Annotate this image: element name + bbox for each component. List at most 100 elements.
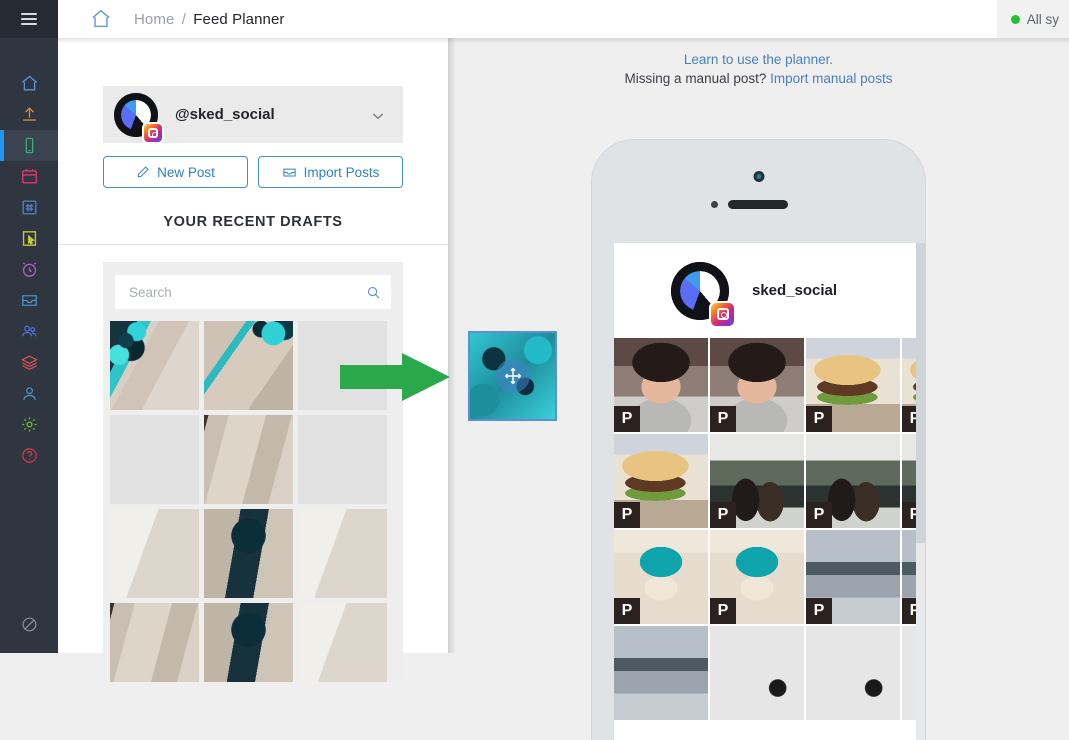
post-type-badge: P [806,598,832,624]
sidebar-item-home[interactable] [0,68,58,99]
breadcrumb: Home / Feed Planner [134,11,285,28]
search-wrapper [103,262,403,309]
cursor-click-icon [22,231,36,246]
feed-cell-3[interactable]: P [806,338,900,432]
draft-thumb-5[interactable] [204,415,293,504]
draft-thumb-7[interactable] [110,509,199,598]
draft-thumb-6[interactable] [298,415,387,504]
drafts-section-title: YOUR RECENT DRAFTS [163,214,343,230]
sidebar-toggle-button[interactable] [0,0,58,38]
move-arrows-icon [495,359,530,393]
instagram-icon [142,121,164,144]
sidebar-item-inbox[interactable] [0,285,58,316]
feed-cell-15[interactable] [806,626,900,720]
sidebar [0,0,58,653]
breadcrumb-home-button[interactable] [90,8,112,30]
search-input[interactable] [127,283,366,301]
feed-scrollbar-thumb[interactable] [916,243,925,543]
sidebar-item-settings[interactable] [0,409,58,440]
breadcrumb-home-link[interactable]: Home [134,11,174,28]
calendar-icon [21,169,37,184]
feed-cell-6[interactable]: P [710,434,804,528]
divider [58,244,448,245]
draft-thumb-11[interactable] [204,603,293,682]
draft-thumb-4[interactable] [110,415,199,504]
status-dot-icon [1010,14,1020,24]
search-icon[interactable] [366,285,381,300]
instruction-arrow [340,353,450,401]
users-icon [21,325,37,337]
sidebar-bottom-nav [0,609,58,640]
phone-screen: sked_social PPPPPPPPPPPP [614,243,925,740]
feed-profile-header: sked_social [614,243,925,338]
sidebar-item-clicks[interactable] [0,223,58,254]
home-icon [92,9,110,28]
pencil-icon [137,166,149,178]
sidebar-item-profile[interactable] [0,378,58,409]
sidebar-item-upload[interactable] [0,99,58,130]
sidebar-item-users[interactable] [0,316,58,347]
panel-action-buttons: New Post Import Posts [103,156,403,188]
alarm-clock-icon [22,262,36,277]
feed-scrollbar[interactable] [916,243,925,740]
feed-cell-5[interactable]: P [614,434,708,528]
post-type-badge: P [614,502,640,528]
sidebar-item-timer[interactable] [0,254,58,285]
topbar: Home / Feed Planner All sy [58,0,1069,44]
sidebar-item-hashtags[interactable] [0,192,58,223]
draft-thumb-8[interactable] [204,509,293,598]
feed-cell-13[interactable] [614,626,708,720]
inbox-icon [282,168,296,176]
page-title: Feed Planner [193,10,285,28]
sidebar-item-blocked[interactable] [20,609,39,640]
feed-cell-1[interactable]: P [614,338,708,432]
planner-help-text: Learn to use the planner. Missing a manu… [448,50,1069,88]
new-post-button[interactable]: New Post [103,156,248,188]
learn-planner-link[interactable]: Learn to use the planner. [684,52,833,67]
phone-speaker-icon [728,200,788,209]
draft-thumb-9[interactable] [298,509,387,598]
no-entry-icon [22,617,36,632]
post-type-badge: P [710,502,736,528]
post-type-badge: P [710,598,736,624]
search-field[interactable] [115,275,391,309]
import-manual-posts-link[interactable]: Import manual posts [770,71,892,86]
sidebar-item-help[interactable] [0,440,58,471]
status-label: All sy [1026,11,1059,27]
sidebar-item-feed-planner[interactable] [0,130,58,161]
gear-icon [21,417,37,432]
draft-thumb-12[interactable] [298,603,387,682]
drafts-panel: @sked_social New Post Import Posts YOUR … [58,38,456,682]
feed-cell-10[interactable]: P [710,530,804,624]
feed-cell-14[interactable] [710,626,804,720]
post-type-badge: P [806,502,832,528]
draft-thumb-10[interactable] [110,603,199,682]
drafts-container [103,262,403,682]
account-selector[interactable]: @sked_social [103,86,403,144]
feed-cell-7[interactable]: P [806,434,900,528]
draft-thumb-1[interactable] [110,321,199,410]
feed-cell-2[interactable]: P [710,338,804,432]
post-type-badge: P [614,598,640,624]
import-posts-button[interactable]: Import Posts [258,156,403,188]
phone-sensor-icon [711,201,718,208]
post-type-badge: P [806,406,832,432]
feed-grid: PPPPPPPPPPPP [614,338,925,720]
avatar [114,92,164,144]
upload-icon [22,107,36,121]
draft-thumb-2[interactable] [204,321,293,410]
feed-cell-11[interactable]: P [806,530,900,624]
post-type-badge: P [710,406,736,432]
sidebar-item-calendar[interactable] [0,161,58,192]
status-badge[interactable]: All sy [996,0,1069,38]
user-icon [22,387,36,400]
instagram-icon [709,300,736,328]
feed-cell-9[interactable]: P [614,530,708,624]
hamburger-menu-icon [21,13,37,25]
dragged-draft-thumbnail[interactable] [468,331,557,421]
question-circle-icon [21,448,37,463]
new-post-label: New Post [157,164,215,180]
sidebar-item-library[interactable] [0,347,58,378]
sidebar-nav [0,38,58,471]
chevron-down-icon[interactable] [370,108,386,124]
